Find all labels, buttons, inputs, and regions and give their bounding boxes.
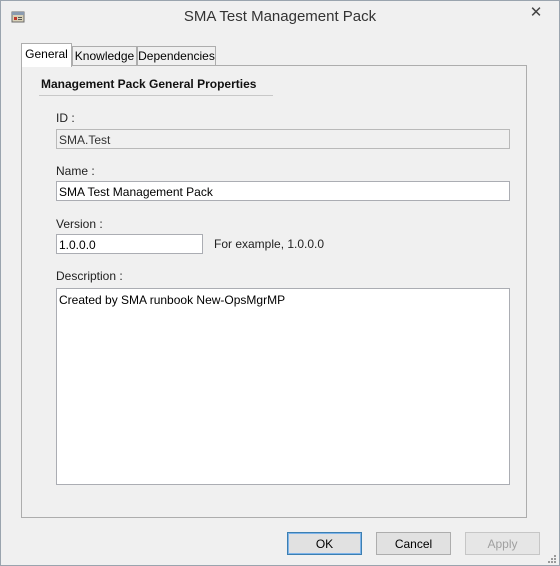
window-title: SMA Test Management Pack [183, 8, 377, 25]
version-example-text: For example, 1.0.0.0 [214, 237, 325, 251]
description-field[interactable]: Created by SMA runbook New-OpsMgrMP [56, 288, 510, 485]
title-bar[interactable]: SMA Test Management Pack ✕ [1, 1, 559, 33]
id-field[interactable]: SMA.Test [56, 129, 510, 149]
cancel-button[interactable]: Cancel [376, 532, 451, 555]
section-divider [39, 95, 273, 96]
tab-knowledge[interactable]: Knowledge [72, 46, 137, 66]
dialog-window: SMA Test Management Pack ✕ General Knowl… [0, 0, 560, 566]
name-field[interactable]: SMA Test Management Pack [56, 181, 510, 201]
apply-button[interactable]: Apply [465, 532, 540, 555]
close-button[interactable]: ✕ [521, 2, 551, 22]
close-icon: ✕ [529, 4, 543, 21]
version-label: Version : [56, 217, 103, 231]
version-field[interactable]: 1.0.0.0 [56, 234, 203, 254]
section-title: Management Pack General Properties [41, 77, 257, 91]
description-label: Description : [56, 269, 123, 283]
ok-button[interactable]: OK [287, 532, 362, 555]
tab-dependencies[interactable]: Dependencies [137, 46, 216, 66]
general-tab-panel: Management Pack General Properties ID : … [21, 65, 527, 518]
resize-grip-icon[interactable] [545, 551, 557, 563]
tab-general[interactable]: General [21, 43, 72, 67]
id-label: ID : [56, 111, 75, 125]
name-label: Name : [56, 164, 95, 178]
